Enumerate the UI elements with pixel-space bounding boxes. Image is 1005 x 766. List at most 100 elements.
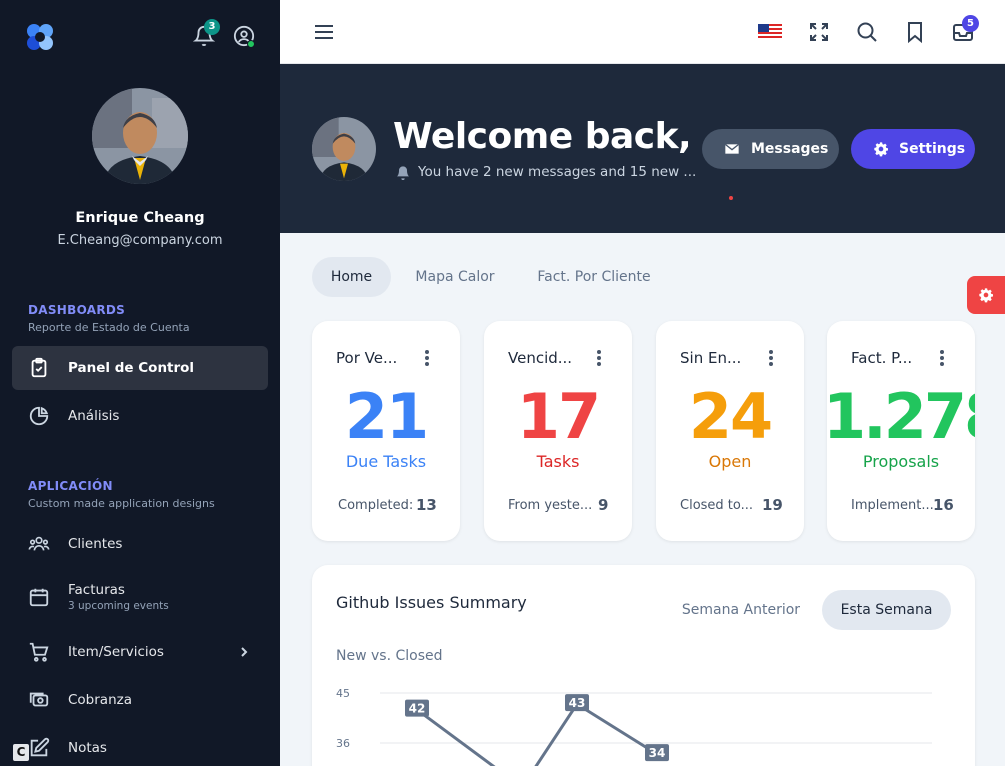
sidebar-item-item-servicios[interactable]: Item/Servicios — [12, 630, 268, 674]
avatar-portrait-icon — [92, 88, 188, 184]
stat-card-sin-entregar: Sin En... 24 Open Closed to... 19 — [656, 321, 804, 541]
card-value: 17 — [516, 380, 601, 453]
sidebar-item-sublabel: 3 upcoming events — [68, 600, 169, 612]
card-footer-label: Completed: — [338, 498, 414, 513]
tab-semana-anterior[interactable]: Semana Anterior — [670, 590, 812, 630]
y-tick-label: 36 — [336, 737, 350, 750]
y-tick-label: 45 — [336, 687, 350, 700]
gear-icon — [979, 288, 993, 303]
sidebar-item-label: Facturas — [68, 582, 125, 598]
edit-icon — [30, 737, 50, 757]
card-label: Due Tasks — [345, 452, 427, 471]
more-vertical-icon[interactable] — [768, 349, 774, 367]
card-value: 21 — [344, 380, 429, 453]
sidebar-item-label: Notas — [68, 740, 107, 756]
profile-email: E.Cheang@company.com — [57, 233, 223, 248]
card-footer-value: 19 — [762, 496, 783, 514]
app-logo-icon[interactable] — [24, 22, 56, 52]
us-flag-icon[interactable] — [758, 20, 782, 44]
sidebar: 3 Enrique Cheang E.Cheang@company.com DA… — [0, 0, 280, 766]
welcome-hero: Welcome back, ... You have 2 new message… — [280, 64, 1005, 233]
more-vertical-icon[interactable] — [596, 349, 602, 367]
indicator-dot — [729, 196, 733, 200]
sidebar-item-label: Análisis — [68, 408, 120, 424]
issues-line-chart: 45 36 42 43 34 — [336, 687, 932, 766]
sidebar-item-analisis[interactable]: Análisis — [12, 394, 268, 438]
stat-card-fact-pendientes: Fact. P... 1.278 Proposals Implement... … — [827, 321, 975, 541]
card-label: Tasks — [536, 452, 580, 471]
card-footer-value: 9 — [598, 496, 609, 514]
sidebar-item-cobranza[interactable]: Cobranza — [12, 678, 268, 722]
sidebar-item-facturas[interactable]: Facturas 3 upcoming events — [12, 570, 268, 618]
profile-name: Enrique Cheang — [75, 210, 205, 226]
messages-button-label: Messages — [751, 141, 829, 157]
card-title: Fact. P... — [851, 349, 913, 367]
tab-esta-semana[interactable]: Esta Semana — [822, 590, 951, 630]
welcome-title: Welcome back, ... — [393, 116, 743, 157]
sidebar-item-panel-de-control[interactable]: Panel de Control — [12, 346, 268, 390]
sidebar-item-clientes[interactable]: Clientes — [12, 522, 268, 566]
bookmark-icon[interactable] — [903, 20, 927, 44]
top-bar — [280, 0, 1005, 64]
github-issues-panel: Github Issues Summary Semana Anterior Es… — [312, 565, 975, 766]
notifications-count-badge: 3 — [204, 19, 220, 35]
profile-avatar[interactable] — [92, 88, 188, 184]
panel-title: Github Issues Summary — [336, 593, 527, 612]
settings-button[interactable]: Settings — [851, 129, 975, 169]
online-status-dot — [247, 40, 255, 48]
data-label: 42 — [409, 702, 426, 716]
group-title-aplicacion: APLICACIÓN — [28, 479, 113, 493]
card-footer-value: 13 — [416, 496, 437, 514]
bell-icon — [397, 166, 409, 180]
data-label: 43 — [569, 696, 586, 710]
card-footer-label: Closed to... — [680, 498, 754, 513]
gear-icon — [874, 142, 888, 157]
series-line — [416, 702, 658, 766]
card-title: Por Ve... — [336, 349, 398, 367]
menu-hamburger-icon[interactable] — [312, 20, 336, 44]
panel-subtitle: New vs. Closed — [336, 648, 443, 664]
tab-mapa-calor[interactable]: Mapa Calor — [400, 257, 510, 297]
card-value: 24 — [688, 380, 773, 453]
hero-avatar — [312, 117, 376, 181]
group-title-dashboards: DASHBOARDS — [28, 303, 126, 317]
sidebar-item-label: Item/Servicios — [68, 644, 164, 660]
card-label: Proposals — [862, 452, 940, 471]
floating-settings-button[interactable] — [967, 276, 1005, 314]
chevron-right-icon — [241, 647, 248, 657]
card-footer-label: From yeste... — [508, 498, 593, 513]
card-title: Sin En... — [680, 349, 742, 367]
tab-fact-por-cliente[interactable]: Fact. Por Cliente — [524, 257, 664, 297]
sidebar-item-notas[interactable]: Notas — [12, 726, 268, 766]
sidebar-item-label: Panel de Control — [68, 360, 195, 376]
messages-button[interactable]: Messages — [702, 129, 839, 169]
group-subtitle-aplicacion: Custom made application designs — [28, 497, 215, 510]
corner-badge[interactable]: C — [13, 744, 29, 761]
card-label: Open — [708, 452, 752, 471]
card-title: Vencid... — [508, 349, 573, 367]
more-vertical-icon[interactable] — [424, 349, 430, 367]
sidebar-item-label: Cobranza — [68, 692, 132, 708]
shopping-cart-icon — [29, 642, 49, 662]
inbox-count-badge: 5 — [962, 15, 979, 32]
search-icon[interactable] — [855, 20, 879, 44]
clipboard-check-icon — [31, 357, 47, 378]
calendar-icon — [29, 588, 49, 607]
card-value: 1.278 — [827, 380, 975, 453]
sidebar-item-label: Clientes — [68, 536, 123, 552]
fullscreen-icon[interactable] — [807, 20, 831, 44]
more-vertical-icon[interactable] — [939, 349, 945, 367]
card-footer-value: 16 — [933, 496, 954, 514]
cash-icon — [29, 692, 49, 707]
tab-home[interactable]: Home — [312, 257, 391, 297]
users-icon — [28, 536, 50, 551]
pie-chart-icon — [29, 406, 49, 426]
group-subtitle-dashboards: Reporte de Estado de Cuenta — [28, 321, 190, 334]
avatar-portrait-icon — [312, 117, 376, 181]
stat-card-vencidas: Vencid... 17 Tasks From yeste... 9 — [484, 321, 632, 541]
envelope-icon — [724, 143, 740, 154]
data-label: 34 — [649, 746, 666, 760]
card-footer-label: Implement... — [851, 498, 934, 513]
settings-button-label: Settings — [899, 141, 966, 157]
sidebar-header: 3 — [0, 0, 280, 72]
